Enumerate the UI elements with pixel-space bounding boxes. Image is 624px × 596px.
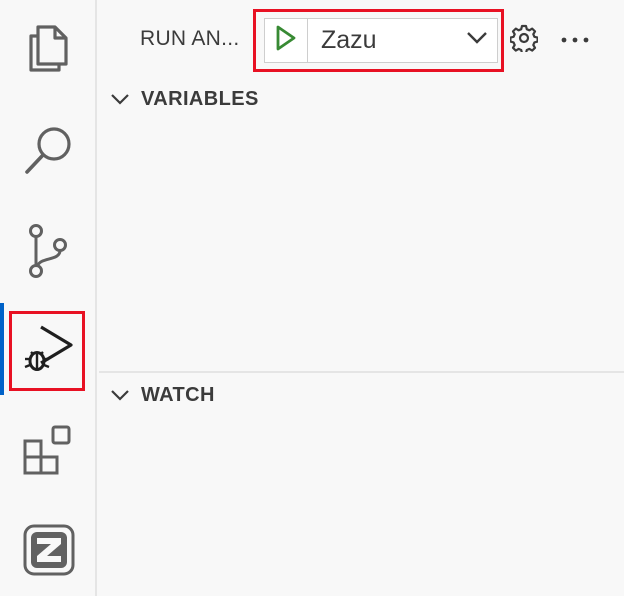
activity-zazu[interactable] xyxy=(0,504,97,596)
launch-config-chevron[interactable] xyxy=(457,19,497,62)
section-variables-header[interactable]: VARIABLES xyxy=(99,81,624,117)
launch-config-name[interactable]: Zazu xyxy=(308,26,457,55)
play-icon xyxy=(275,25,297,56)
vscode-window: RUN AN... Zazu VARIABLES WATCH xyxy=(0,0,624,596)
activity-run-and-debug[interactable] xyxy=(0,303,97,395)
activity-explorer[interactable] xyxy=(0,0,97,92)
launch-config-dropdown[interactable]: Zazu xyxy=(264,18,498,63)
zazu-logo-icon xyxy=(23,524,75,576)
ellipsis-icon xyxy=(560,31,590,49)
activity-source-control[interactable] xyxy=(0,205,97,297)
source-control-icon xyxy=(24,223,74,279)
more-actions-button[interactable] xyxy=(557,24,593,56)
chevron-down-icon xyxy=(466,31,488,50)
chevron-down-icon xyxy=(110,385,130,405)
launch-config-highlight: Zazu xyxy=(253,9,504,72)
section-watch-header[interactable]: WATCH xyxy=(99,377,624,413)
section-watch-label: WATCH xyxy=(141,383,215,406)
activity-search[interactable] xyxy=(0,104,97,196)
sidebar-header: RUN AN... Zazu xyxy=(99,0,624,80)
sidebar-title: RUN AN... xyxy=(140,27,240,50)
watch-panel xyxy=(99,413,624,596)
variables-panel xyxy=(99,117,624,371)
extensions-icon xyxy=(21,423,77,479)
section-divider xyxy=(99,371,624,373)
start-debugging-button[interactable] xyxy=(265,19,308,62)
files-icon xyxy=(24,18,74,74)
gear-icon xyxy=(509,24,539,57)
chevron-down-icon xyxy=(110,89,130,109)
open-launch-json-button[interactable] xyxy=(508,24,540,56)
section-variables-label: VARIABLES xyxy=(141,87,259,110)
run-and-debug-sidebar: RUN AN... Zazu VARIABLES WATCH xyxy=(99,0,624,596)
activity-bar xyxy=(0,0,97,596)
search-icon xyxy=(22,123,76,177)
run-debug-icon xyxy=(21,321,77,377)
activity-extensions[interactable] xyxy=(0,405,97,497)
